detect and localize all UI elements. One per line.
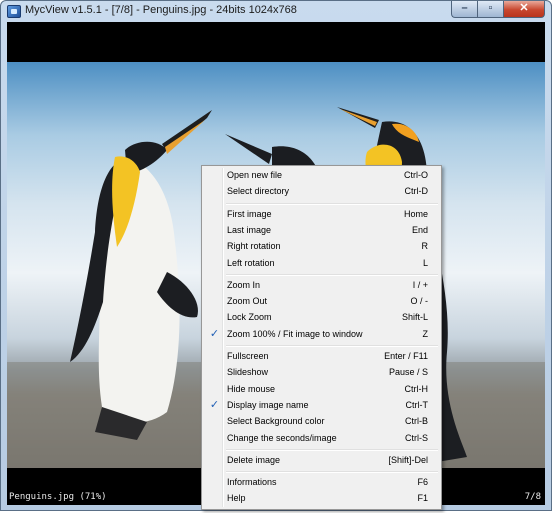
window-title: MycView v1.5.1 - [7/8] - Penguins.jpg - … xyxy=(25,4,297,16)
menu-item-open-new-file[interactable]: Open new file Ctrl-O xyxy=(204,168,439,184)
menu-item-shortcut: End xyxy=(411,224,428,235)
menu-item-shortcut: I / + xyxy=(412,279,428,290)
menu-item-display-image-name[interactable]: ✓ Display image name Ctrl-T xyxy=(204,398,439,414)
menu-item-first-image[interactable]: First image Home xyxy=(204,207,439,223)
menu-item-slideshow[interactable]: Slideshow Pause / S xyxy=(204,365,439,381)
menu-item-shortcut: Home xyxy=(403,208,428,219)
menu-separator xyxy=(226,273,438,276)
menu-item-label: Fullscreen xyxy=(227,351,269,361)
app-icon[interactable] xyxy=(7,5,21,18)
context-menu: Open new file Ctrl-O Select directory Ctrl-… xyxy=(201,165,442,510)
caption-buttons: – ▫ ✕ xyxy=(451,1,545,19)
menu-item-shortcut: F6 xyxy=(417,477,428,488)
image-name-label: Penguins.jpg (71%) xyxy=(9,492,107,502)
menu-item-label: Delete image xyxy=(227,454,281,465)
menu-separator xyxy=(226,471,438,474)
menu-item-shortcut: O / - xyxy=(410,296,429,307)
menu-item-label: Right rotation xyxy=(227,241,281,252)
menu-item-shortcut: F1 xyxy=(417,493,428,504)
menu-item-shortcut: Enter / F11 xyxy=(384,351,428,361)
close-button[interactable]: ✕ xyxy=(503,1,545,18)
menu-item-label: Zoom In xyxy=(227,279,261,290)
menu-item-label: Lock Zoom xyxy=(227,312,272,323)
checkmark-icon: ✓ xyxy=(209,398,220,411)
menu-item-label: Slideshow xyxy=(227,367,269,378)
menu-item-label: Help xyxy=(227,493,246,504)
menu-item-label: Display image name xyxy=(227,399,309,410)
minimize-button[interactable]: – xyxy=(451,1,477,18)
checkmark-icon: ✓ xyxy=(209,327,220,340)
menu-item-fullscreen[interactable]: Fullscreen Enter / F11 xyxy=(204,349,439,365)
menu-item-shortcut: R xyxy=(421,241,429,252)
menu-item-left-rotation[interactable]: Left rotation L xyxy=(204,256,439,272)
menu-item-zoom-out[interactable]: Zoom Out O / - xyxy=(204,294,439,310)
menu-item-shortcut: Ctrl-D xyxy=(404,186,429,197)
menu-item-shortcut: [Shift]-Del xyxy=(388,454,428,465)
menu-item-select-background-color[interactable]: Select Background color Ctrl-B xyxy=(204,414,439,430)
menu-item-label: Informations xyxy=(227,477,277,488)
menu-item-right-rotation[interactable]: Right rotation R xyxy=(204,239,439,255)
menu-item-shortcut: Ctrl-B xyxy=(405,416,428,427)
menu-item-label: Select Background color xyxy=(227,416,325,427)
menu-item-shortcut: Ctrl-S xyxy=(405,432,428,443)
menu-item-informations[interactable]: Informations F6 xyxy=(204,475,439,491)
menu-item-shortcut: Ctrl-H xyxy=(404,383,429,394)
menu-item-shortcut: Z xyxy=(422,328,429,339)
menu-separator xyxy=(226,345,438,347)
menu-item-shortcut: L xyxy=(422,257,428,268)
menu-item-shortcut: Shift-L xyxy=(401,312,428,323)
menu-item-label: Change the seconds/image xyxy=(227,432,337,443)
menu-item-label: Zoom 100% / Fit image to window xyxy=(227,328,363,339)
menu-item-last-image[interactable]: Last image End xyxy=(204,223,439,239)
menu-item-label: Left rotation xyxy=(227,257,275,268)
title-bar[interactable]: MycView v1.5.1 - [7/8] - Penguins.jpg - … xyxy=(1,1,551,22)
menu-item-label: Open new file xyxy=(227,170,283,180)
maximize-button[interactable]: ▫ xyxy=(477,1,503,18)
menu-item-delete-image[interactable]: Delete image [Shift]-Del xyxy=(204,453,439,469)
menu-item-change-the-seconds-image[interactable]: Change the seconds/image Ctrl-S xyxy=(204,431,439,447)
menu-item-label: Select directory xyxy=(227,186,290,197)
menu-item-label: First image xyxy=(227,208,272,219)
menu-item-hide-mouse[interactable]: Hide mouse Ctrl-H xyxy=(204,382,439,398)
menu-item-shortcut: Ctrl-O xyxy=(404,170,428,180)
menu-item-help[interactable]: Help F1 xyxy=(204,491,439,507)
menu-item-label: Hide mouse xyxy=(227,383,276,394)
menu-item-label: Last image xyxy=(227,224,272,235)
menu-item-lock-zoom[interactable]: Lock Zoom Shift-L xyxy=(204,310,439,326)
menu-separator xyxy=(226,448,438,451)
menu-item-shortcut: Pause / S xyxy=(388,367,428,378)
menu-item-shortcut: Ctrl-T xyxy=(405,399,429,410)
menu-item-zoom-in[interactable]: Zoom In I / + xyxy=(204,278,439,294)
image-index-label: 7/8 xyxy=(524,492,541,502)
menu-item-zoom-100-fit-image-to-window[interactable]: ✓ Zoom 100% / Fit image to window Z xyxy=(204,327,439,343)
menu-item-select-directory[interactable]: Select directory Ctrl-D xyxy=(204,184,439,200)
menu-item-label: Zoom Out xyxy=(227,296,268,307)
menu-separator xyxy=(226,202,438,205)
